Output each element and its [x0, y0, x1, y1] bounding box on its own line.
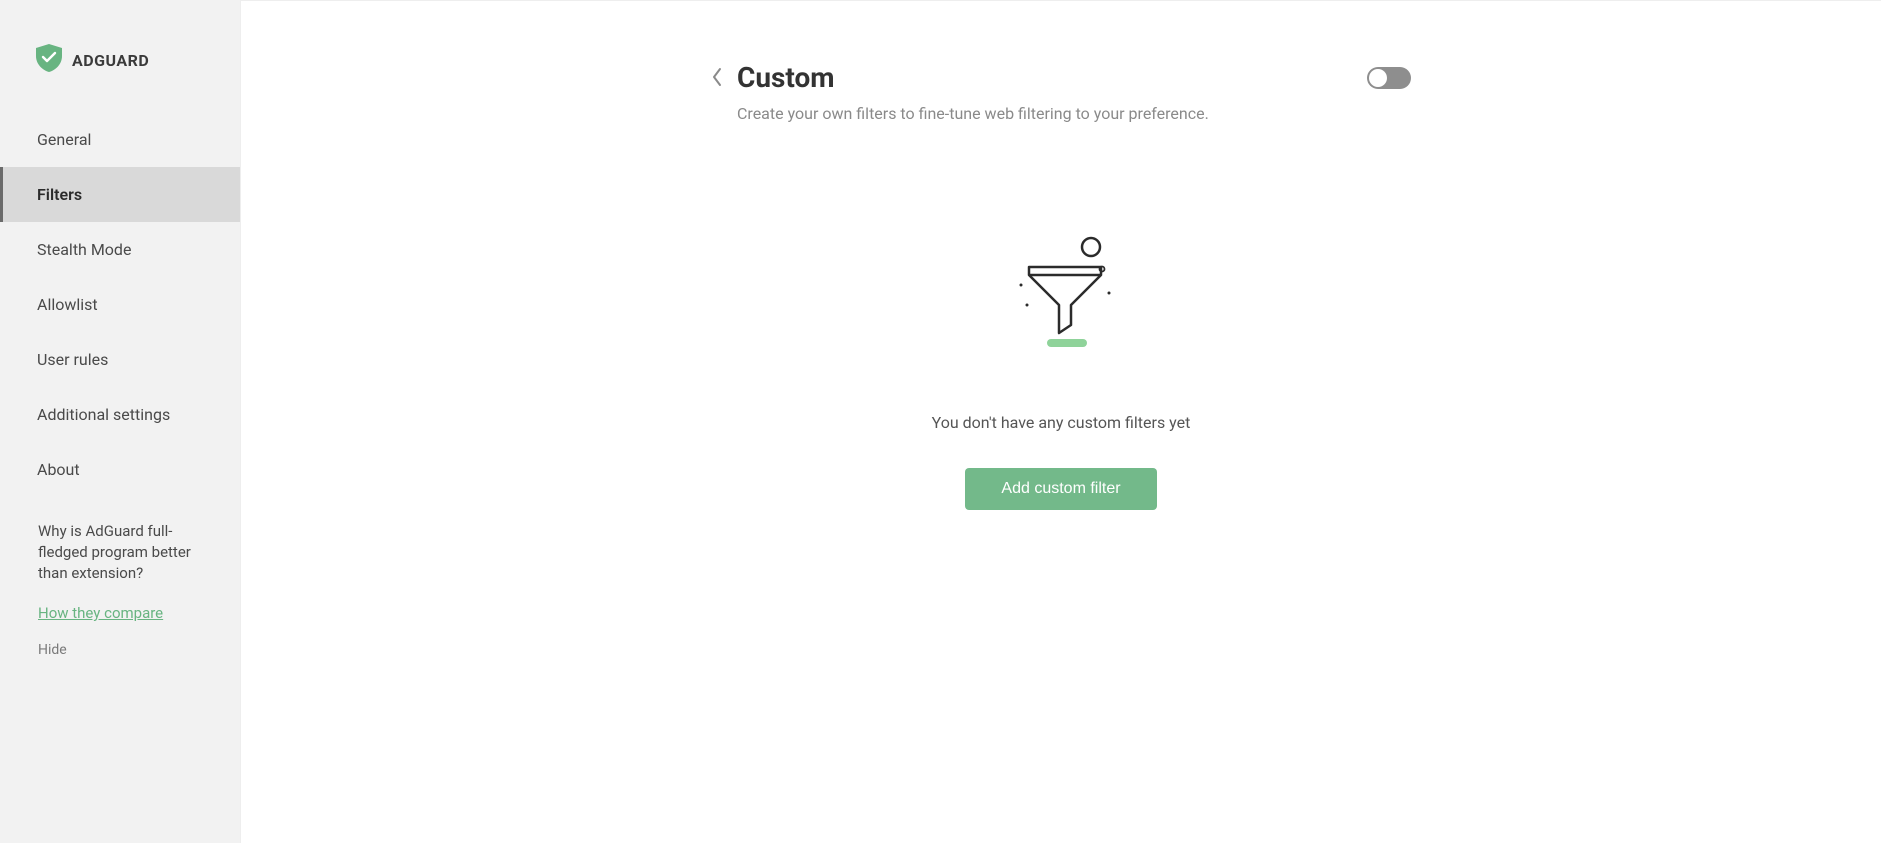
brand-name: ADGUARD [72, 51, 149, 70]
sidebar-item-general[interactable]: General [0, 112, 240, 167]
sidebar-item-user-rules[interactable]: User rules [0, 332, 240, 387]
sidebar-item-about[interactable]: About [0, 442, 240, 497]
empty-state: You don't have any custom filters yet Ad… [711, 233, 1411, 510]
empty-message: You don't have any custom filters yet [932, 413, 1191, 432]
sidebar-nav: General Filters Stealth Mode Allowlist U… [0, 112, 240, 497]
promo-text: Why is AdGuard full-fledged program bett… [0, 497, 240, 594]
back-button[interactable] [711, 67, 723, 91]
custom-filters-toggle[interactable] [1367, 67, 1411, 89]
page-description: Create your own filters to fine-tune web… [737, 104, 1209, 123]
funnel-icon [1001, 233, 1121, 353]
sidebar-item-filters[interactable]: Filters [0, 167, 240, 222]
sidebar-item-additional-settings[interactable]: Additional settings [0, 387, 240, 442]
promo-hide-button[interactable]: Hide [0, 632, 240, 668]
sidebar-item-stealth-mode[interactable]: Stealth Mode [0, 222, 240, 277]
toggle-knob [1369, 69, 1387, 87]
add-custom-filter-button[interactable]: Add custom filter [965, 468, 1156, 510]
main-content: Custom Create your own filters to fine-t… [240, 0, 1881, 843]
chevron-left-icon [711, 67, 723, 87]
page-header: Custom Create your own filters to fine-t… [711, 61, 1411, 123]
page-title: Custom [737, 61, 1209, 94]
shield-icon [36, 44, 62, 76]
sidebar: ADGUARD General Filters Stealth Mode All… [0, 0, 240, 843]
brand-logo: ADGUARD [0, 24, 240, 112]
sidebar-item-allowlist[interactable]: Allowlist [0, 277, 240, 332]
promo-compare-link[interactable]: How they compare [0, 594, 240, 632]
